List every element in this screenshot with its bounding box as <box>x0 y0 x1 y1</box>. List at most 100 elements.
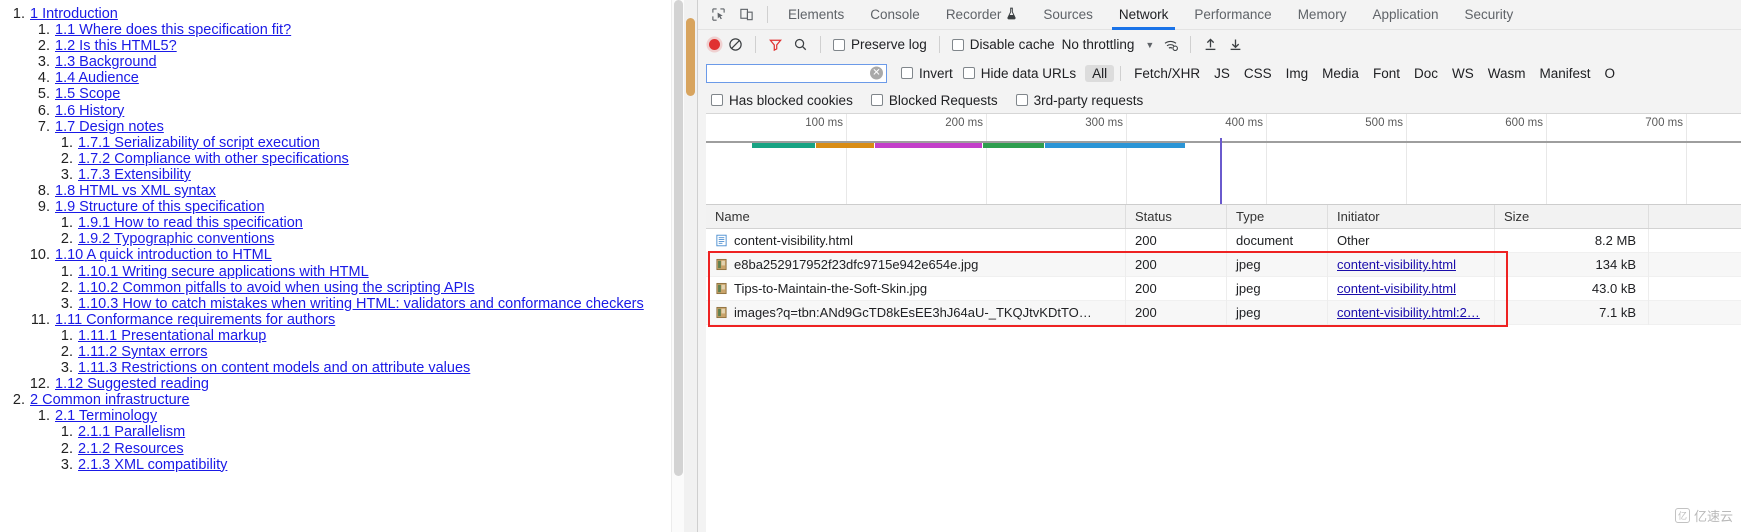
preserve-log-box[interactable] <box>833 38 845 51</box>
table-row[interactable]: content-visibility.html 200 document Other 8… <box>706 228 1741 253</box>
table-row[interactable]: images?q=tbn:ANd9GcTD8kEsEE3hJ64aU-_TKQJ… <box>706 300 1741 325</box>
initiator-link[interactable]: content-visibility.html <box>1337 257 1456 272</box>
device-toolbar-icon[interactable] <box>732 2 760 28</box>
filter-chip-js[interactable]: JS <box>1207 65 1237 82</box>
toc-item-link[interactable]: 1.1 Where does this specification fit? <box>55 22 291 38</box>
toc-item-link[interactable]: 2.1.2 Resources <box>78 441 184 457</box>
toc-item-link[interactable]: 1.9.1 How to read this specification <box>78 215 303 231</box>
page-scrollbar-thumb[interactable] <box>674 0 683 476</box>
splitter-drag-handle[interactable] <box>686 18 695 96</box>
toc-item-link[interactable]: 2.1.1 Parallelism <box>78 424 185 440</box>
initiator-link[interactable]: content-visibility.html <box>1337 281 1456 296</box>
toc-item-link[interactable]: 1.7 Design notes <box>55 119 164 135</box>
throttling-dropdown[interactable]: No throttling ▼ <box>1060 37 1159 52</box>
has-blocked-cookies-checkbox[interactable]: Has blocked cookies <box>706 93 858 108</box>
table-row[interactable]: Tips-to-Maintain-the-Soft-Skin.jpg 200 jpe… <box>706 276 1741 301</box>
search-icon[interactable] <box>788 33 813 56</box>
toc-item-link[interactable]: 1.11 Conformance requirements for author… <box>55 312 335 328</box>
cell-name[interactable]: content-visibility.html <box>706 228 1126 253</box>
disable-cache-checkbox[interactable]: Disable cache <box>947 37 1060 52</box>
toc-item-link[interactable]: 1.9 Structure of this specification <box>55 199 265 215</box>
blocked-requests-checkbox[interactable]: Blocked Requests <box>866 93 1003 108</box>
toc-item-link[interactable]: 1.10 A quick introduction to HTML <box>55 247 272 263</box>
clear-network-log-icon[interactable] <box>723 33 748 56</box>
toc-item-link[interactable]: 1.11.2 Syntax errors <box>78 344 208 360</box>
tab-elements[interactable]: Elements <box>775 0 857 30</box>
cell-initiator[interactable]: content-visibility.html <box>1328 252 1495 277</box>
filter-chip-fetch-xhr[interactable]: Fetch/XHR <box>1127 65 1207 82</box>
toc-item-link[interactable]: 1.6 History <box>55 103 124 119</box>
toc-item-link[interactable]: 1.10.2 Common pitfalls to avoid when usi… <box>78 280 475 296</box>
column-header-name[interactable]: Name <box>706 205 1126 228</box>
inspect-element-icon[interactable] <box>704 2 732 28</box>
import-har-icon[interactable] <box>1198 33 1223 56</box>
toc-item-link[interactable]: 2.1 Terminology <box>55 408 157 424</box>
toc-item-link[interactable]: 1.7.2 Compliance with other specificatio… <box>78 151 349 167</box>
cell-name[interactable]: e8ba252917952f23dfc9715e942e654e.jpg <box>706 252 1126 277</box>
toc-item-link[interactable]: 1.4 Audience <box>55 70 139 86</box>
filter-chip-media[interactable]: Media <box>1315 65 1366 82</box>
filter-chip-o[interactable]: O <box>1598 65 1623 82</box>
tab-console[interactable]: Console <box>857 0 933 30</box>
column-header-size[interactable]: Size <box>1495 205 1649 228</box>
tab-memory[interactable]: Memory <box>1285 0 1360 30</box>
filter-chip-wasm[interactable]: Wasm <box>1481 65 1533 82</box>
third-party-requests-checkbox[interactable]: 3rd-party requests <box>1011 93 1149 108</box>
filter-chip-all[interactable]: All <box>1085 64 1115 82</box>
network-conditions-icon[interactable] <box>1158 33 1183 56</box>
network-overview[interactable]: 100 ms 200 ms 300 ms 400 ms 500 ms 600 ms 700 … <box>706 113 1741 205</box>
toc-item-link[interactable]: 1.12 Suggested reading <box>55 376 209 392</box>
toc-item-link[interactable]: 1.7.1 Serializability of script executio… <box>78 135 320 151</box>
filter-input-wrapper[interactable]: ✕ <box>706 63 887 83</box>
invert-box[interactable] <box>901 67 913 79</box>
clear-filter-icon[interactable]: ✕ <box>870 66 883 80</box>
tab-recorder[interactable]: Recorder <box>933 0 1031 30</box>
toc-item-link[interactable]: 1.7.3 Extensibility <box>78 167 191 183</box>
preserve-log-checkbox[interactable]: Preserve log <box>828 37 932 52</box>
page-scrollbar[interactable] <box>671 0 684 532</box>
toc-item-link[interactable]: 2.1.3 XML compatibility <box>78 457 227 473</box>
toc-item-link[interactable]: 1.3 Background <box>55 54 157 70</box>
filter-chip-font[interactable]: Font <box>1366 65 1407 82</box>
filter-chip-ws[interactable]: WS <box>1445 65 1481 82</box>
tab-application[interactable]: Application <box>1359 0 1451 30</box>
toc-item-link[interactable]: 1.10.3 How to catch mistakes when writin… <box>78 296 644 312</box>
toc-item-link[interactable]: 1.9.2 Typographic conventions <box>78 231 274 247</box>
column-header-initiator[interactable]: Initiator <box>1328 205 1495 228</box>
column-header-type[interactable]: Type <box>1227 205 1328 228</box>
table-row[interactable]: e8ba252917952f23dfc9715e942e654e.jpg 200 j… <box>706 252 1741 277</box>
initiator-link[interactable]: content-visibility.html:2… <box>1337 305 1480 320</box>
toc-item-link[interactable]: 1 Introduction <box>30 6 118 22</box>
filter-chip-css[interactable]: CSS <box>1237 65 1279 82</box>
cell-initiator[interactable]: Other <box>1328 228 1495 253</box>
cell-name[interactable]: images?q=tbn:ANd9GcTD8kEsEE3hJ64aU-_TKQJ… <box>706 300 1126 325</box>
third-party-requests-box[interactable] <box>1015 94 1028 106</box>
toc-item-link[interactable]: 1.5 Scope <box>55 86 120 102</box>
filter-chip-doc[interactable]: Doc <box>1407 65 1445 82</box>
filter-icon[interactable] <box>763 33 788 56</box>
panel-splitter[interactable] <box>684 0 697 532</box>
tab-performance[interactable]: Performance <box>1181 0 1284 30</box>
tab-security[interactable]: Security <box>1452 0 1527 30</box>
cell-name[interactable]: Tips-to-Maintain-the-Soft-Skin.jpg <box>706 276 1126 301</box>
toc-item-link[interactable]: 1.10.1 Writing secure applications with … <box>78 264 369 280</box>
hide-data-urls-checkbox[interactable]: Hide data URLs <box>958 66 1081 81</box>
filter-input[interactable] <box>707 64 886 82</box>
has-blocked-cookies-box[interactable] <box>711 94 723 106</box>
record-network-log-icon[interactable] <box>709 39 720 50</box>
toc-item-link[interactable]: 1.8 HTML vs XML syntax <box>55 183 216 199</box>
cell-initiator[interactable]: content-visibility.html <box>1328 276 1495 301</box>
disable-cache-box[interactable] <box>951 38 964 51</box>
tab-sources[interactable]: Sources <box>1030 0 1106 30</box>
filter-chip-img[interactable]: Img <box>1279 65 1316 82</box>
blocked-requests-box[interactable] <box>870 94 883 106</box>
toc-item-link[interactable]: 1.2 Is this HTML5? <box>55 38 177 54</box>
toc-item-link[interactable]: 1.11.1 Presentational markup <box>78 328 266 344</box>
hide-data-urls-box[interactable] <box>962 67 975 79</box>
toc-item-link[interactable]: 1.11.3 Restrictions on content models an… <box>78 360 470 376</box>
tab-network[interactable]: Network <box>1106 0 1182 30</box>
cell-initiator[interactable]: content-visibility.html:2… <box>1328 300 1495 325</box>
invert-checkbox[interactable]: Invert <box>896 66 958 81</box>
export-har-icon[interactable] <box>1223 33 1248 56</box>
toc-item-link[interactable]: 2 Common infrastructure <box>30 392 190 408</box>
